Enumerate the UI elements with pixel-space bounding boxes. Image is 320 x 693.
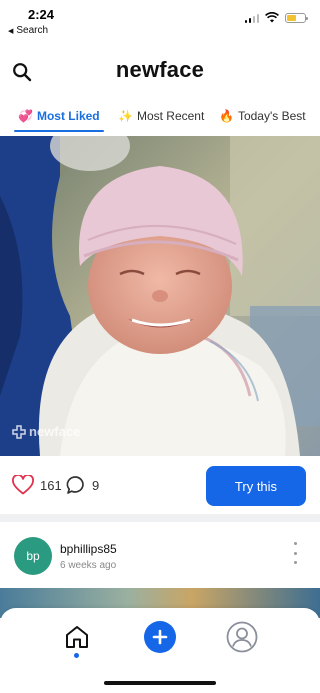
nav-home-button[interactable] (62, 622, 92, 652)
back-triangle-icon: ◀ (8, 27, 14, 35)
add-icon (152, 629, 168, 645)
watermark-text: newface (29, 424, 81, 439)
more-dots-icon (293, 542, 297, 545)
fire-icon: 🔥 (219, 109, 234, 123)
tab-most-liked[interactable]: 💞 Most Liked (12, 100, 106, 132)
tab-label: Most Liked (36, 109, 100, 123)
tab-label: Most Recent (136, 109, 205, 123)
home-icon (66, 626, 88, 648)
post-actions: 161 9 Try this (0, 462, 320, 510)
nav-profile-button[interactable] (226, 621, 258, 653)
sparkles-icon: ✨ (118, 109, 133, 123)
baby-photo-illustration (0, 136, 320, 456)
tab-label: Today's Best (237, 109, 306, 123)
status-time: 2:24 (28, 7, 55, 22)
username[interactable]: bphillips85 (60, 542, 117, 556)
hearts-icon: 💞 (18, 109, 33, 123)
signal-icon (244, 13, 259, 23)
like-count: 161 (40, 477, 62, 493)
home-indicator (104, 681, 216, 685)
bottom-nav (0, 608, 320, 693)
tab-todays-best[interactable]: 🔥 Today's Best (213, 100, 312, 132)
back-label: Search (16, 25, 49, 36)
try-this-button[interactable]: Try this (206, 466, 306, 506)
wifi-icon (265, 12, 279, 23)
tab-most-recent[interactable]: ✨ Most Recent (112, 100, 210, 132)
plus-logo-icon (12, 424, 26, 439)
status-bar: 2:24 ◀ Search (0, 0, 320, 40)
like-button[interactable]: 161 (12, 475, 62, 495)
nav-add-button[interactable] (144, 621, 176, 653)
back-to-search-link[interactable]: ◀ Search (8, 25, 48, 36)
post-separator (0, 514, 320, 522)
more-options-button[interactable] (290, 542, 300, 564)
post-photo[interactable]: newface (0, 136, 320, 456)
profile-icon (226, 621, 258, 653)
battery-icon (285, 12, 308, 23)
next-post-header: bp bphillips85 6 weeks ago (0, 530, 320, 582)
comment-count: 9 (92, 477, 100, 493)
heart-icon (12, 475, 34, 495)
comment-icon (66, 476, 84, 494)
active-indicator-dot (74, 653, 79, 658)
feed-tabs: 💞 Most Liked ✨ Most Recent 🔥 Today's Bes… (0, 100, 320, 132)
app-title: newface (115, 57, 205, 82)
post-timestamp: 6 weeks ago (60, 560, 117, 571)
app-header: newface (0, 52, 320, 92)
status-icons (244, 12, 308, 23)
comment-button[interactable]: 9 (66, 475, 99, 495)
watermark: newface (12, 424, 80, 439)
avatar[interactable]: bp (14, 537, 52, 575)
